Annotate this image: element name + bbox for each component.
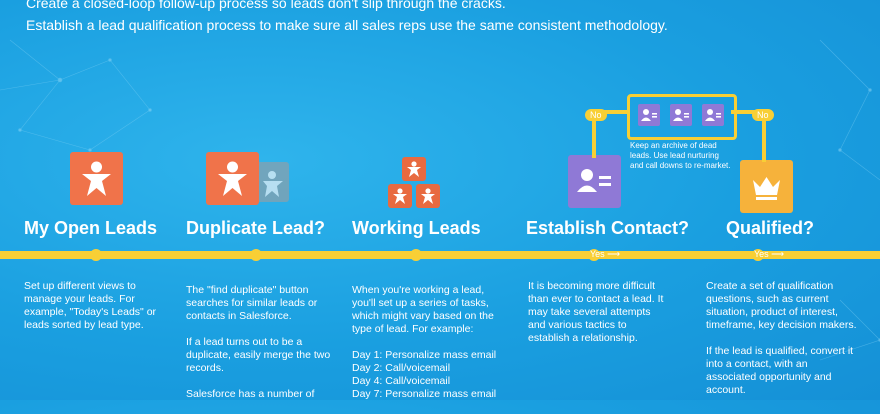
column-open-leads: Set up different views to manage your le… — [24, 280, 156, 332]
timeline-dot — [410, 249, 422, 261]
stage-title-establish-contact: Establish Contact? — [526, 218, 689, 239]
stage-title-working-leads: Working Leads — [352, 218, 481, 239]
column-working-leads: When you're working a lead, you'll set u… — [352, 284, 496, 414]
intro-line-2: Establish a lead qualification process t… — [26, 14, 668, 36]
stacked-person-right-icon — [416, 184, 440, 208]
timeline-bar — [0, 251, 880, 259]
yes-label-contact: Yes ⟶ — [590, 249, 620, 260]
duplicate-person-icon — [206, 152, 259, 205]
stage-title-open-leads: My Open Leads — [24, 218, 157, 239]
column-duplicate-lead: The "find duplicate" button searches for… — [186, 284, 330, 414]
no-label-left: No — [585, 109, 607, 121]
archived-lead-icon — [702, 104, 724, 126]
column-establish-contact: It is becoming more difficult than ever … — [528, 280, 663, 345]
intro-text: Create a closed-loop follow-up process s… — [26, 0, 668, 36]
timeline-dot — [250, 249, 262, 261]
archived-lead-icon — [638, 104, 660, 126]
archive-box — [627, 94, 737, 140]
stage-title-duplicate-lead: Duplicate Lead? — [186, 218, 325, 239]
yes-label-qualified: Yes ⟶ — [754, 249, 784, 260]
person-icon — [70, 152, 123, 205]
archived-lead-icon — [670, 104, 692, 126]
column-qualified: Create a set of qualification questions,… — [706, 280, 857, 410]
archive-description: Keep an archive of dead leads. Use lead … — [630, 141, 731, 171]
intro-line-1: Create a closed-loop follow-up process s… — [26, 0, 668, 14]
stage-title-qualified: Qualified? — [726, 218, 814, 239]
stacked-person-left-icon — [388, 184, 412, 208]
timeline-dot — [90, 249, 102, 261]
crown-icon — [740, 160, 793, 213]
no-label-right: No — [752, 109, 774, 121]
contact-card-icon — [568, 155, 621, 208]
stacked-people-icon — [402, 157, 426, 181]
